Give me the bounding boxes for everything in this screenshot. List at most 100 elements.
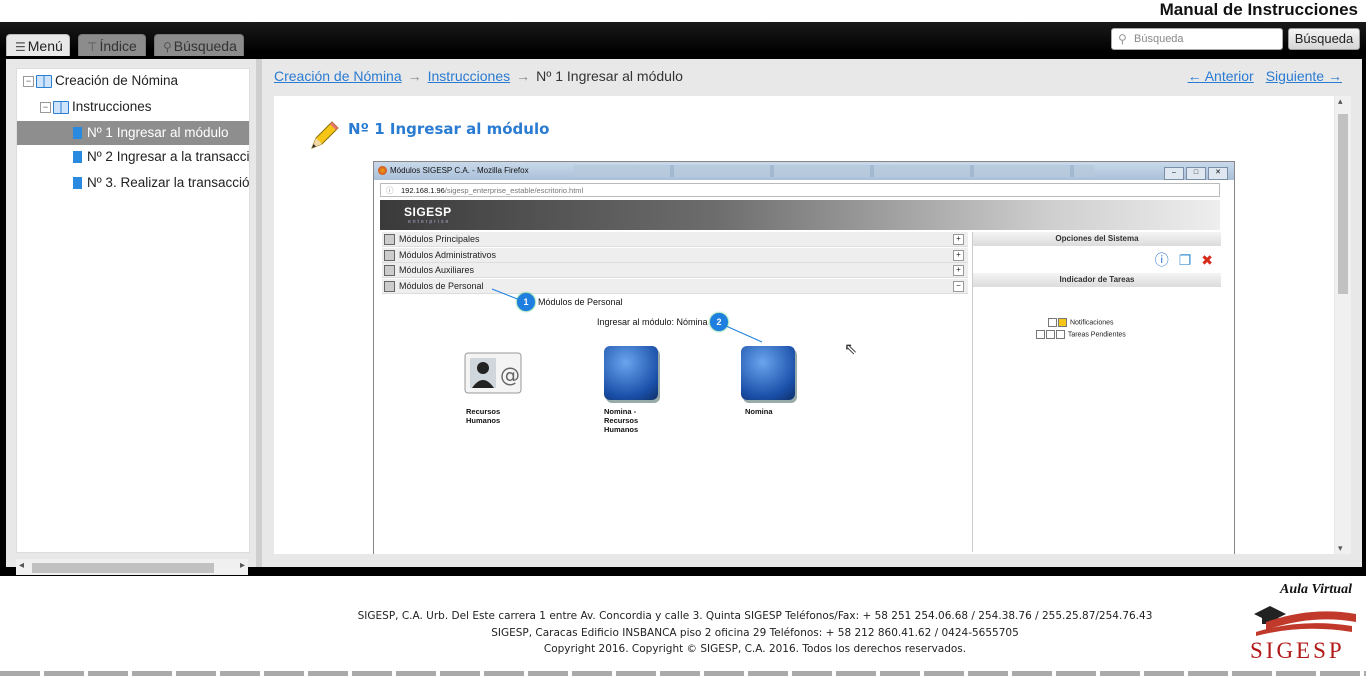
checkbox-icon bbox=[1048, 318, 1057, 327]
page-icon bbox=[73, 127, 82, 140]
logo-text: Aula Virtual bbox=[1280, 582, 1352, 597]
breadcrumb-link-instrucciones[interactable]: Instrucciones bbox=[428, 68, 510, 84]
tab-search[interactable]: ⚲ Búsqueda bbox=[154, 34, 244, 56]
footer-line: SIGESP, Caracas Edificio INSBANCA piso 2… bbox=[491, 626, 1019, 639]
bottom-divider bbox=[0, 671, 1366, 676]
tree-item-step2[interactable]: Nº 2 Ingresar a la transacción bbox=[73, 145, 250, 169]
module-label-line: Nomina bbox=[745, 407, 773, 416]
breadcrumb-current: Nº 1 Ingresar al módulo bbox=[536, 68, 683, 84]
recursos-humanos-icon: @ bbox=[464, 352, 522, 401]
task-label: Notificaciones bbox=[1069, 319, 1114, 327]
notification-icon bbox=[1058, 318, 1067, 327]
scroll-left-icon[interactable]: ◂ bbox=[19, 560, 24, 571]
callout-badge: 1 bbox=[517, 293, 535, 311]
logo-brand: SIGESP bbox=[1250, 638, 1345, 663]
list-icon: ☰ bbox=[15, 40, 26, 54]
tree-item-step1[interactable]: Nº 1 Ingresar al módulo bbox=[17, 121, 249, 145]
footer-line: SIGESP, C.A. Urb. Del Este carrera 1 ent… bbox=[357, 610, 1153, 622]
next-link[interactable]: Siguiente → bbox=[1266, 68, 1342, 84]
module-label-line: Humanos bbox=[466, 416, 501, 425]
module-label: Nomina - Recursos Humanos bbox=[604, 407, 638, 434]
breadcrumb-link-nomina[interactable]: Creación de Nómina bbox=[274, 68, 402, 84]
previous-link[interactable]: ← Anterior bbox=[1188, 68, 1254, 84]
page-icon bbox=[73, 177, 82, 190]
scroll-right-icon[interactable]: ▸ bbox=[240, 560, 245, 571]
tree-item-step3[interactable]: Nº 3. Realizar la transacción bbox=[73, 171, 250, 195]
tab-menu-label: Menú bbox=[27, 38, 63, 54]
tree-item-label: Nº 3. Realizar la transacción bbox=[87, 175, 250, 190]
window-icon: ❐ bbox=[1178, 252, 1192, 268]
collapse-icon[interactable]: − bbox=[23, 75, 34, 87]
checkbox-icon bbox=[1056, 330, 1065, 339]
close-icon: ✖ bbox=[1201, 252, 1213, 268]
search-icon: ⚲ bbox=[1118, 32, 1127, 46]
mouse-cursor-icon: ⇖ bbox=[844, 341, 858, 358]
horizontal-scrollbar[interactable]: ◂ ▸ bbox=[16, 559, 248, 575]
tab-index-label: Índice bbox=[99, 38, 137, 54]
breadcrumb-separator: → bbox=[407, 68, 422, 84]
module-label: Recursos Humanos bbox=[466, 407, 500, 425]
tree-item-folder[interactable]: − Instrucciones bbox=[40, 95, 152, 119]
main-panel: Creación de Nómina → Instrucciones → Nº 1 In… bbox=[262, 59, 1362, 567]
tree-root-label: Creación de Nómina bbox=[55, 73, 179, 88]
task-row: Notificaciones bbox=[1048, 318, 1114, 327]
module-label-line: Recursos bbox=[604, 416, 639, 425]
tab-menu[interactable]: ☰ Menú bbox=[6, 34, 70, 56]
search-button[interactable]: Búsqueda bbox=[1288, 28, 1360, 50]
page-navigation: ← Anterior Siguiente → bbox=[1176, 68, 1342, 84]
tree-view: − Creación de Nómina − Instrucciones Nº 1 … bbox=[16, 68, 250, 553]
book-icon bbox=[53, 100, 69, 114]
tree-item-label: Nº 2 Ingresar a la transacción bbox=[87, 149, 250, 164]
aula-virtual-logo: Aula Virtual SIGESP bbox=[1244, 580, 1364, 666]
app-title: Manual de Instrucciones bbox=[1159, 0, 1358, 19]
sidebar: − Creación de Nómina − Instrucciones Nº 1 … bbox=[6, 59, 256, 575]
page-icon bbox=[73, 151, 82, 164]
callout-badge: 2 bbox=[710, 313, 728, 331]
page-title: Nº 1 Ingresar al módulo bbox=[348, 120, 550, 138]
system-options: ⓘ ❐ ✖ bbox=[1145, 250, 1213, 270]
svg-text:@: @ bbox=[500, 363, 520, 387]
graduation-cap-icon bbox=[1254, 606, 1356, 636]
search-placeholder: Búsqueda bbox=[1134, 33, 1184, 45]
checkbox-icon bbox=[1046, 330, 1055, 339]
module-label: Nomina bbox=[745, 407, 773, 416]
module-label-line: Humanos bbox=[604, 425, 639, 434]
nomina-icon bbox=[741, 346, 795, 406]
scroll-up-icon[interactable]: ▴ bbox=[1338, 96, 1343, 107]
checkbox-icon bbox=[1036, 330, 1045, 339]
callout-text: Ingresar al módulo: Nómina bbox=[597, 317, 708, 327]
side-header: Opciones del Sistema bbox=[973, 232, 1221, 246]
breadcrumb-separator: → bbox=[516, 68, 531, 84]
task-label: Tareas Pendientes bbox=[1067, 331, 1126, 339]
vertical-scrollbar[interactable]: ▴ ▾ bbox=[1335, 96, 1351, 554]
module-label-line: Recursos bbox=[466, 407, 501, 416]
main-frame: ☰ Menú ⊤ Índice ⚲ Búsqueda ⚲ Búsqueda Búsque… bbox=[0, 22, 1366, 576]
scrollbar-thumb[interactable] bbox=[1338, 114, 1348, 294]
tab-index[interactable]: ⊤ Índice bbox=[78, 34, 146, 56]
side-panel: Opciones del Sistema ⓘ ❐ ✖ Indicador de Ta… bbox=[972, 232, 1221, 552]
footer-line: Copyright 2016. Copyright © SIGESP, C.A.… bbox=[543, 643, 967, 655]
scroll-down-icon[interactable]: ▾ bbox=[1338, 543, 1343, 554]
tree-item-root[interactable]: − Creación de Nómina bbox=[23, 69, 178, 93]
embedded-screenshot: Módulos SIGESP C.A. - Mozilla Firefox – □… bbox=[373, 161, 1235, 554]
module-label-line: Nomina - bbox=[604, 407, 637, 416]
scrollbar-thumb[interactable] bbox=[32, 563, 214, 573]
search-input[interactable]: ⚲ Búsqueda bbox=[1111, 28, 1283, 50]
content-area: Nº 1 Ingresar al módulo Módulos SIGESP C… bbox=[274, 96, 1334, 554]
collapse-icon[interactable]: − bbox=[40, 101, 51, 113]
book-icon bbox=[36, 74, 52, 88]
footer: SIGESP, C.A. Urb. Del Este carrera 1 ent… bbox=[0, 608, 1366, 658]
breadcrumb: Creación de Nómina → Instrucciones → Nº 1 In… bbox=[274, 68, 683, 84]
pin-icon: ⊤ bbox=[87, 40, 98, 54]
pencil-icon bbox=[311, 121, 339, 149]
callout-text: Módulos de Personal bbox=[538, 297, 623, 307]
side-header: Indicador de Tareas bbox=[973, 273, 1221, 287]
tree-folder-label: Instrucciones bbox=[72, 99, 152, 114]
top-bar: ☰ Menú ⊤ Índice ⚲ Búsqueda ⚲ Búsqueda Búsque… bbox=[0, 22, 1366, 58]
help-icon: ⓘ bbox=[1154, 252, 1169, 268]
tree-item-label: Nº 1 Ingresar al módulo bbox=[87, 125, 229, 140]
tab-search-label: Búsqueda bbox=[173, 38, 237, 54]
nomina-recursos-humanos-icon bbox=[604, 346, 658, 406]
task-row: Tareas Pendientes bbox=[1036, 330, 1126, 339]
search-icon: ⚲ bbox=[163, 40, 172, 54]
